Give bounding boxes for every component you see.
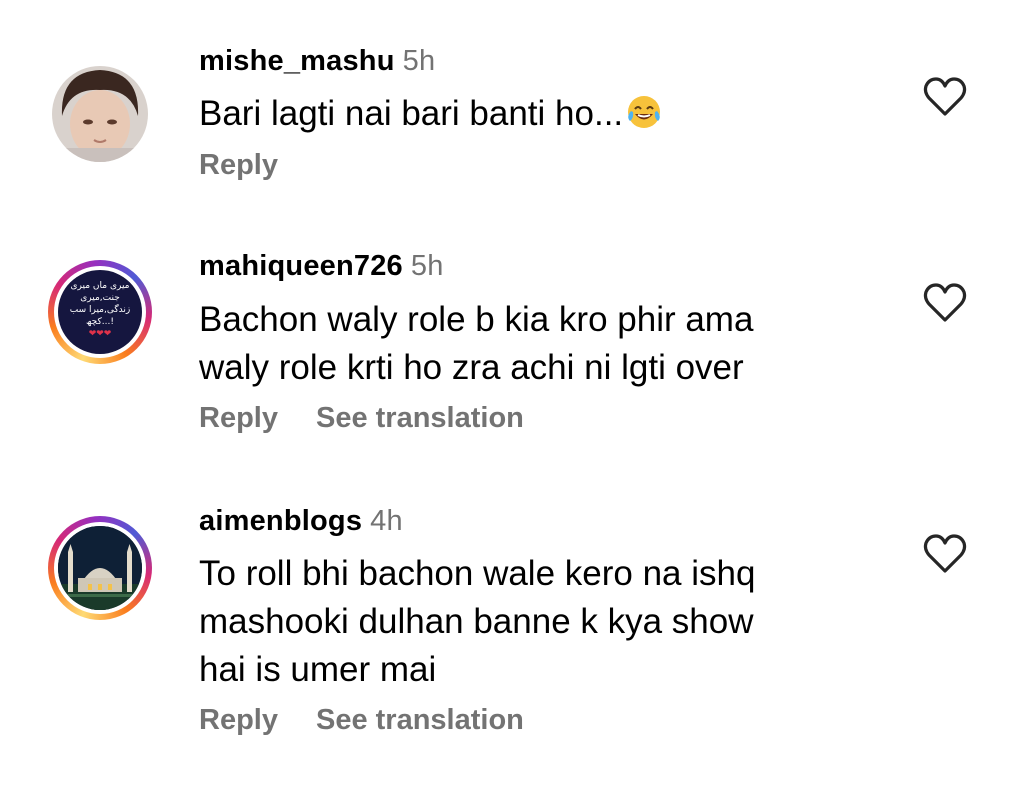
avatar-mosque-image: [58, 526, 142, 610]
comment-text-line: hai is umer mai: [199, 650, 437, 689]
comment-text: To roll bhi bachon wale kero na ishq mas…: [199, 550, 755, 694]
comment-text: Bachon waly role b kia kro phir ama waly…: [199, 296, 753, 392]
avatar-child-photo: [52, 66, 148, 162]
reply-button[interactable]: Reply: [199, 704, 278, 736]
reply-button[interactable]: Reply: [199, 402, 278, 434]
timestamp: 4h: [370, 505, 403, 537]
see-translation-button[interactable]: See translation: [316, 402, 524, 434]
avatar-text-line: کچھ...!: [86, 317, 114, 327]
comment-text: Bari lagti nai bari banti ho...: [199, 90, 663, 138]
comment-text-line: To roll bhi bachon wale kero na ishq: [199, 554, 756, 593]
mosque-icon: [58, 526, 142, 610]
avatar-text-line: جنت,میری: [80, 293, 120, 303]
avatar[interactable]: میری ماں میری جنت,میری زندگی,میرا سب کچھ…: [48, 260, 152, 364]
comment-header: mishe_mashu 5h: [199, 45, 435, 78]
timestamp: 5h: [402, 45, 436, 77]
username[interactable]: mishe_mashu: [199, 45, 395, 77]
comment-text-line: Bachon waly role b kia kro phir ama: [199, 300, 754, 339]
timestamp: 5h: [410, 250, 444, 282]
avatar-hearts: ❤❤❤: [88, 329, 112, 339]
comment-text-line: Bari lagti nai bari banti ho...: [199, 94, 624, 133]
like-heart-icon[interactable]: [922, 282, 968, 324]
avatar[interactable]: [48, 516, 152, 620]
comment-text-line: waly role krti ho zra achi ni lgti over: [199, 348, 744, 387]
username[interactable]: mahiqueen726: [199, 250, 403, 282]
comment-actions: Reply See translation: [199, 402, 562, 435]
like-heart-icon[interactable]: [922, 76, 968, 118]
face-with-tears-of-joy-icon: [628, 96, 661, 128]
comment-header: mahiqueen726 5h: [199, 250, 444, 283]
reply-button[interactable]: Reply: [199, 149, 278, 181]
comment-text-line: mashooki dulhan banne k kya show: [199, 602, 754, 641]
comment-actions: Reply: [199, 149, 316, 182]
see-translation-button[interactable]: See translation: [316, 704, 524, 736]
avatar-text-line: زندگی,میرا سب: [69, 305, 131, 315]
comment-header: aimenblogs 4h: [199, 505, 403, 538]
avatar[interactable]: [48, 66, 152, 170]
avatar-text-line: میری ماں میری: [70, 281, 130, 291]
username[interactable]: aimenblogs: [199, 505, 362, 537]
comment-actions: Reply See translation: [199, 704, 562, 737]
like-heart-icon[interactable]: [922, 533, 968, 575]
avatar-urdu-text-image: میری ماں میری جنت,میری زندگی,میرا سب کچھ…: [58, 270, 142, 354]
